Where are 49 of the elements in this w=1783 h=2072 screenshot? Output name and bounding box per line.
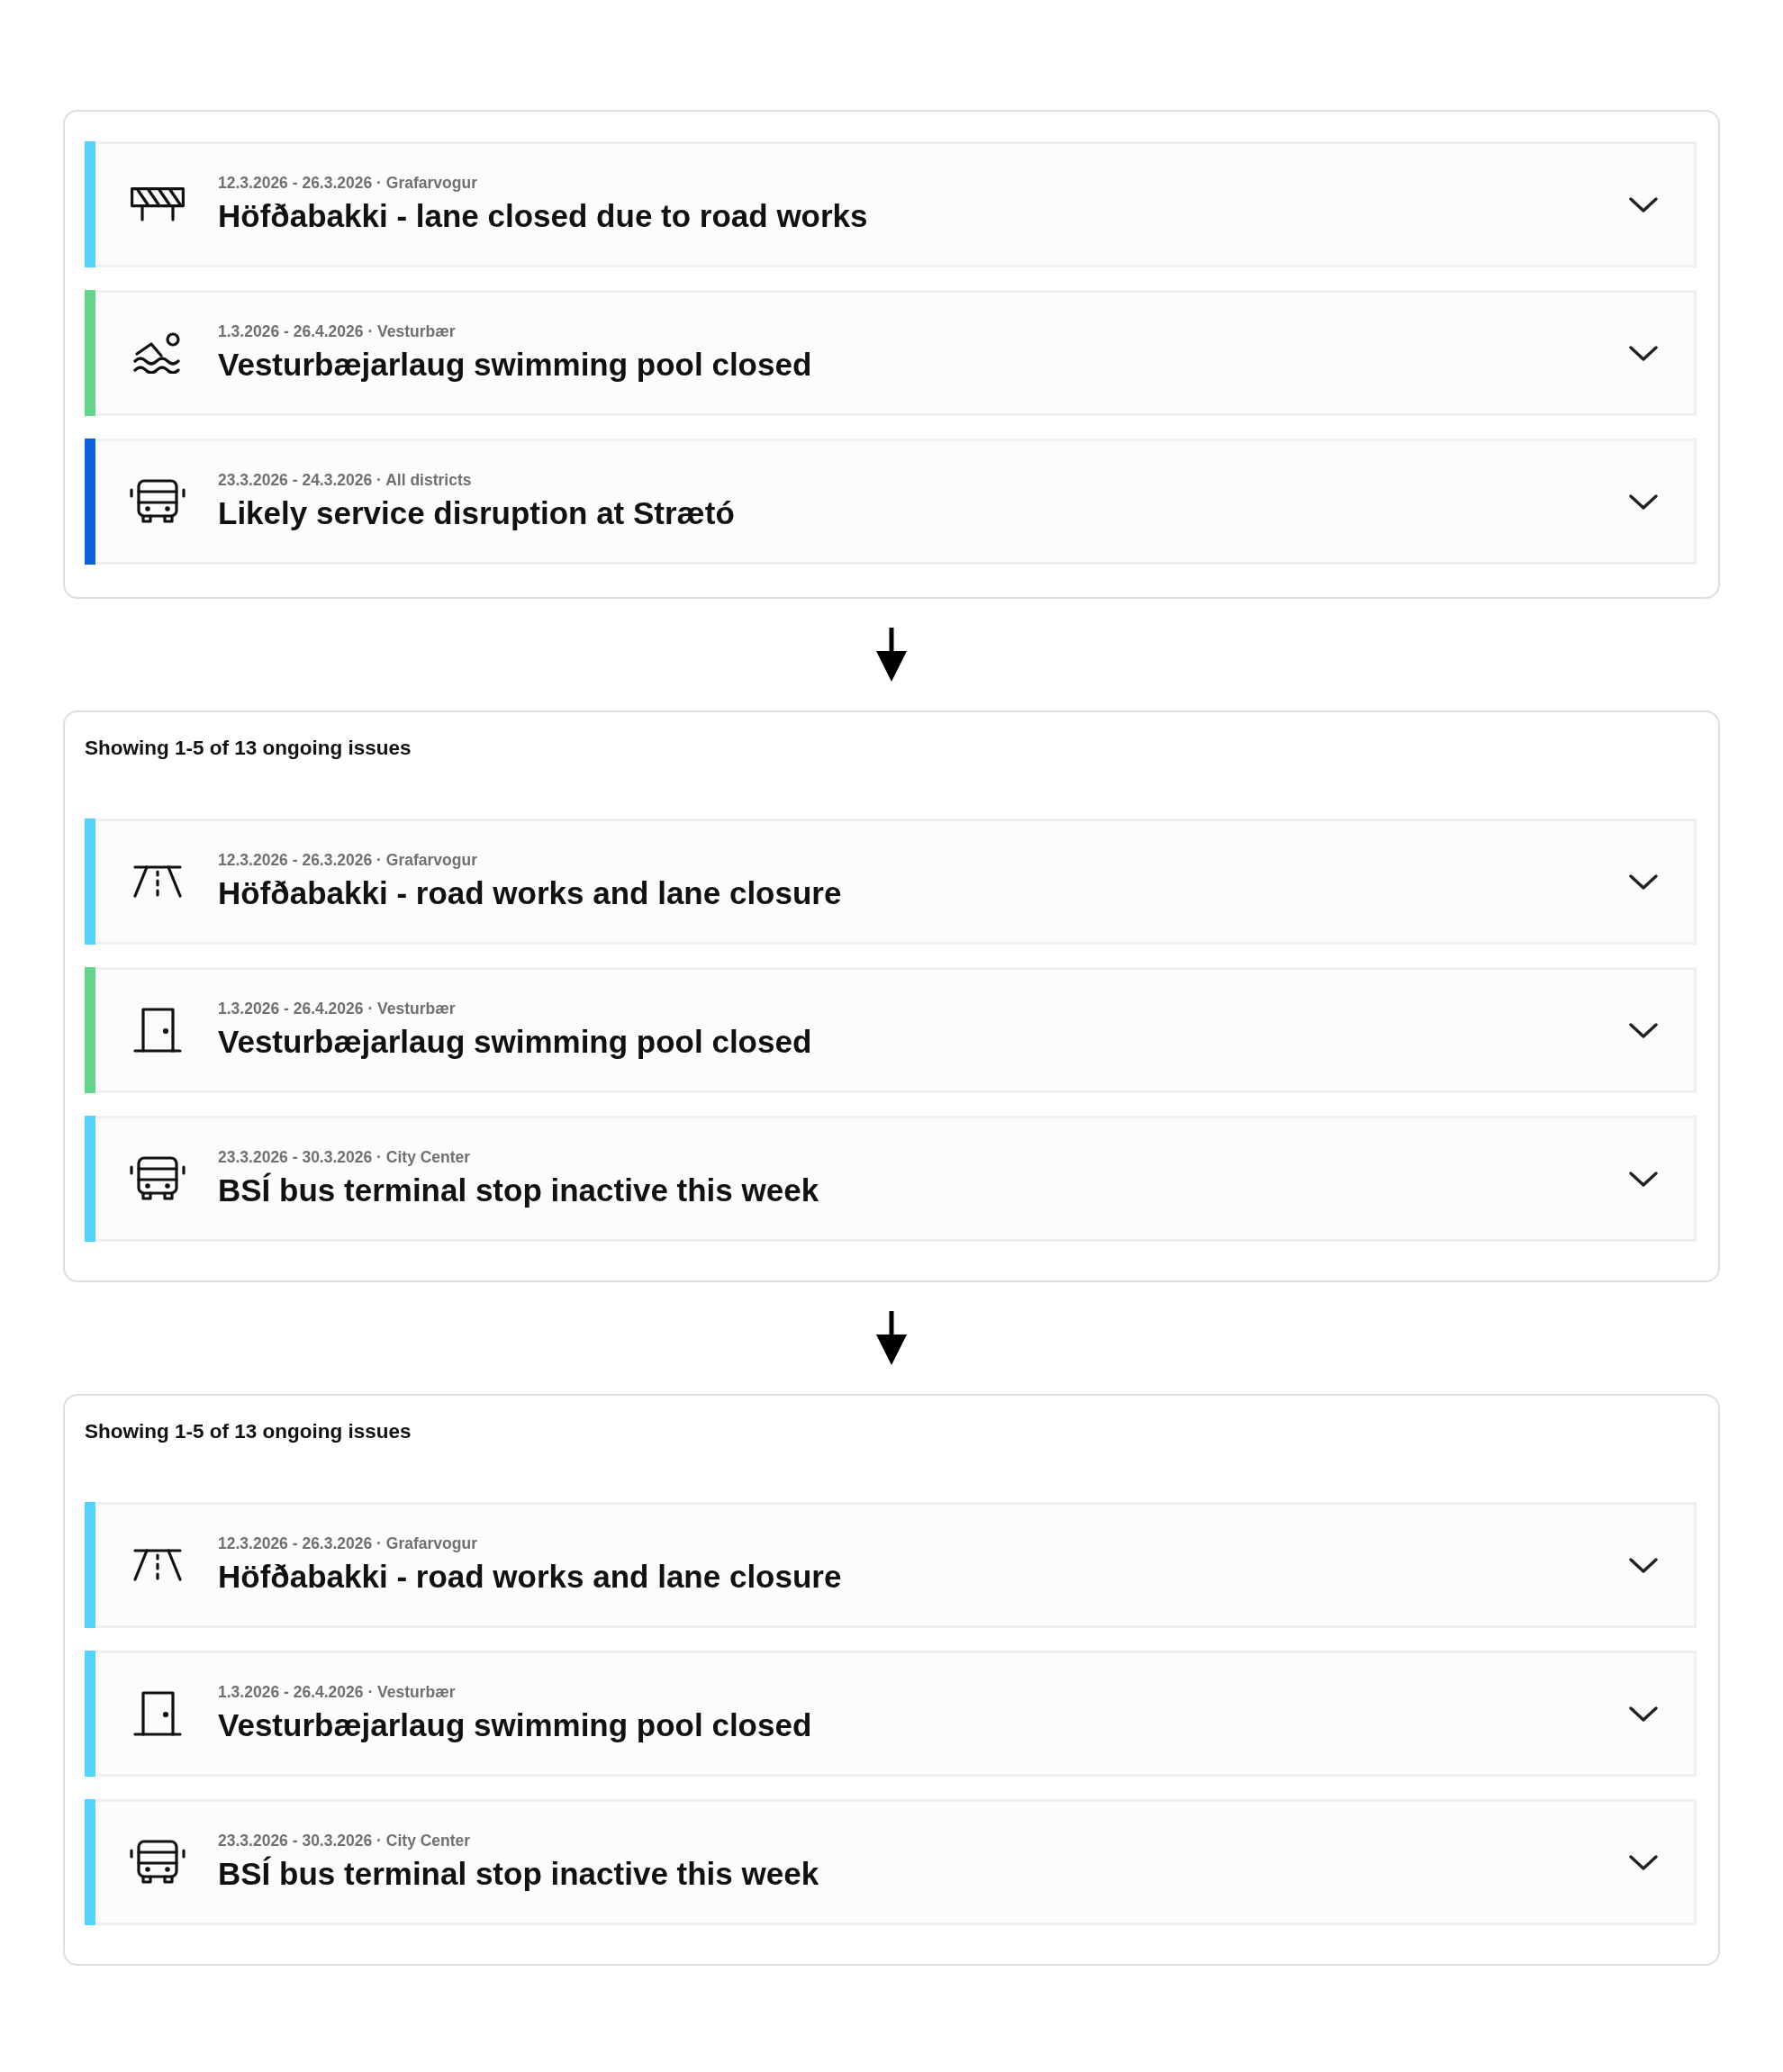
results-summary: Showing 1-5 of 13 ongoing issues [85,1420,412,1443]
issue-meta: 1.3.2026 - 26.4.2026 · Vesturbær [218,322,456,341]
chevron-icon[interactable] [1629,1557,1658,1573]
issue-meta: 1.3.2026 - 26.4.2026 · Vesturbær [218,1000,456,1018]
issue-card[interactable]: 23.3.2026 - 24.3.2026 · All districts Likely service disruption at Strætó [95,439,1697,565]
door-icon [133,1008,182,1053]
chevron-icon[interactable] [1629,1022,1658,1038]
chevron-icon[interactable] [1629,1706,1658,1722]
issue-title: Höfðabakki - road works and lane closure [218,874,842,912]
issue-meta: 23.3.2026 - 24.3.2026 · All districts [218,471,472,490]
chevron-icon[interactable] [1629,493,1658,510]
issue-card[interactable]: 23.3.2026 - 30.3.2026 · City Center BSÍ bus terminal stop inactive this week [95,1799,1697,1925]
issue-card[interactable]: 1.3.2026 - 26.4.2026 · Vesturbær Vesturbæjarlaug swimming pool closed [95,1651,1697,1777]
chevron-icon[interactable] [1629,873,1658,890]
issue-meta: 1.3.2026 - 26.4.2026 · Vesturbær [218,1683,456,1702]
issue-title: BSÍ bus terminal stop inactive this week [218,1172,819,1209]
road-icon [133,865,182,898]
road-icon [133,1549,182,1581]
bus-icon [129,479,186,524]
chevron-icon[interactable] [1629,1171,1658,1187]
issue-card[interactable]: 1.3.2026 - 26.4.2026 · Vesturbær Vesturbæjarlaug swimming pool closed [95,967,1697,1093]
issue-title: Höfðabakki - road works and lane closure [218,1558,842,1596]
chevron-icon[interactable] [1629,1854,1658,1870]
issue-title: Vesturbæjarlaug swimming pool closed [218,1706,812,1744]
down-arrow-icon [875,628,908,682]
door-icon [133,1691,182,1736]
issue-title: Vesturbæjarlaug swimming pool closed [218,1023,812,1061]
issue-meta: 12.3.2026 - 26.3.2026 · Grafarvogur [218,851,477,870]
issue-card[interactable]: 1.3.2026 - 26.4.2026 · Vesturbær Vesturbæjarlaug swimming pool closed [95,290,1697,416]
issue-meta: 12.3.2026 - 26.3.2026 · Grafarvogur [218,174,477,193]
issue-title: Vesturbæjarlaug swimming pool closed [218,346,812,384]
issue-meta: 12.3.2026 - 26.3.2026 · Grafarvogur [218,1534,477,1553]
bus-icon [129,1840,186,1885]
issue-meta: 23.3.2026 - 30.3.2026 · City Center [218,1832,471,1850]
results-summary: Showing 1-5 of 13 ongoing issues [85,737,412,760]
issue-card[interactable]: 12.3.2026 - 26.3.2026 · Grafarvogur Höfðabakki - road works and lane closure [95,1502,1697,1628]
down-arrow-icon [875,1311,908,1365]
issue-title: BSÍ bus terminal stop inactive this week [218,1855,819,1893]
chevron-icon[interactable] [1629,196,1658,213]
road-barrier-icon [131,187,185,222]
issue-card[interactable]: 12.3.2026 - 26.3.2026 · Grafarvogur Höfðabakki - lane closed due to road works [95,141,1697,267]
issue-card[interactable]: 23.3.2026 - 30.3.2026 · City Center BSÍ bus terminal stop inactive this week [95,1116,1697,1242]
swimmer-icon [133,332,182,374]
bus-icon [129,1156,186,1201]
chevron-icon[interactable] [1629,345,1658,361]
issue-title: Likely service disruption at Strætó [218,494,735,532]
issue-title: Höfðabakki - lane closed due to road works [218,197,868,235]
issue-card[interactable]: 12.3.2026 - 26.3.2026 · Grafarvogur Höfðabakki - road works and lane closure [95,819,1697,945]
issue-meta: 23.3.2026 - 30.3.2026 · City Center [218,1148,471,1167]
